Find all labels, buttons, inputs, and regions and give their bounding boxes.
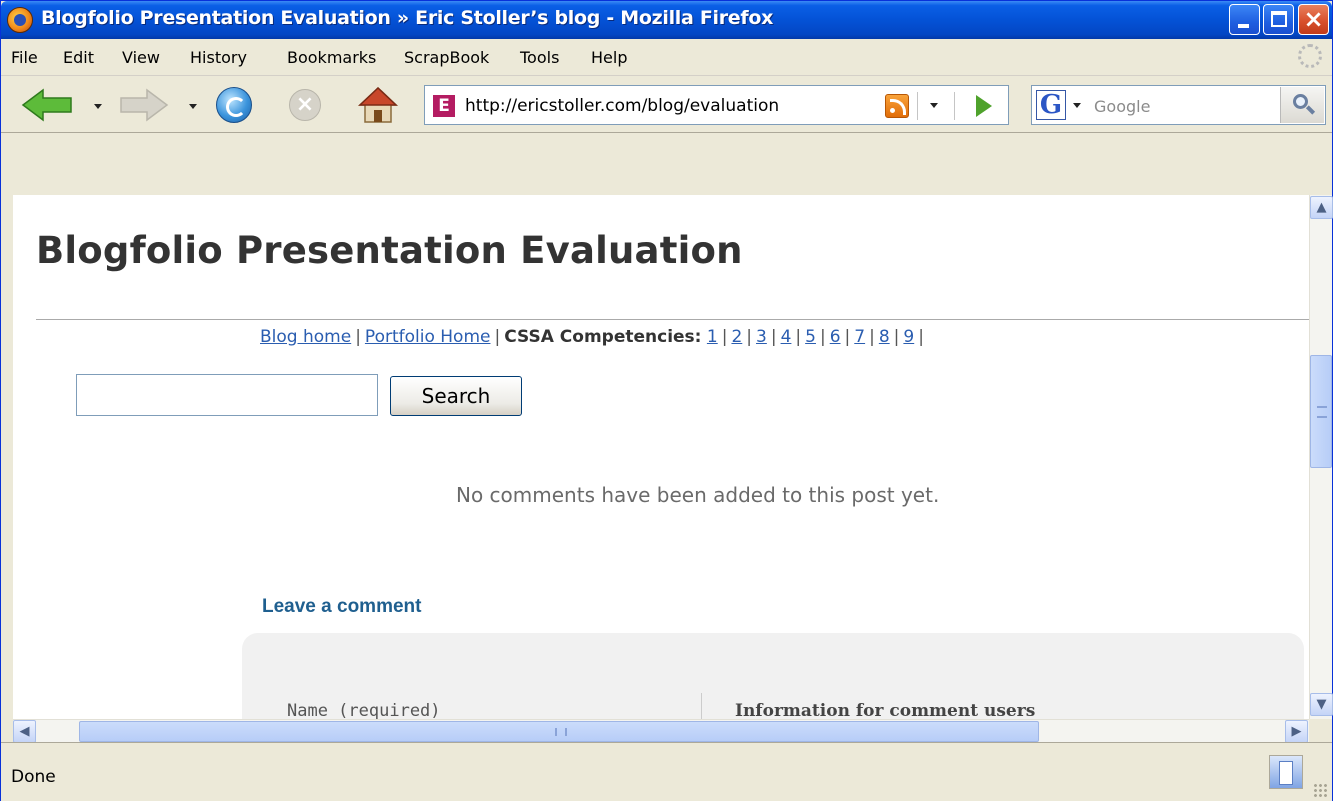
menu-file[interactable]: File	[11, 48, 38, 67]
nav-separator: |	[869, 327, 875, 347]
scroll-up-button[interactable]: ▲	[1310, 196, 1333, 219]
competency-link-9[interactable]: 9	[903, 327, 914, 347]
forward-arrow-icon[interactable]	[119, 88, 169, 122]
horizontal-scroll-thumb[interactable]	[79, 721, 1039, 742]
stop-icon[interactable]	[289, 89, 321, 121]
back-history-dropdown-icon[interactable]	[94, 104, 102, 109]
title-divider	[36, 319, 1309, 320]
nav-separator: |	[844, 327, 851, 347]
maximize-icon	[1271, 11, 1287, 27]
url-separator	[917, 92, 918, 120]
address-bar[interactable]: E http://ericstoller.com/blog/evaluation	[424, 85, 1009, 125]
url-dropdown-icon[interactable]	[930, 103, 938, 108]
scrollbar-corner	[1309, 719, 1332, 742]
minimize-button[interactable]	[1229, 4, 1260, 35]
leave-comment-heading: Leave a comment	[262, 596, 422, 617]
name-field-label: Name (required)	[287, 701, 441, 719]
close-button[interactable]: ×	[1298, 4, 1329, 35]
search-go-button[interactable]	[1280, 87, 1324, 123]
nav-separator: |	[770, 327, 777, 347]
menu-scrapbook[interactable]: ScrapBook	[404, 48, 489, 67]
title-bar[interactable]: Blogfolio Presentation Evaluation » Eric…	[1, 1, 1332, 39]
blog-nav-links: Blog home | Portfolio Home | CSSA Competenci…	[260, 327, 928, 347]
competency-link-3[interactable]: 3	[756, 327, 767, 347]
magnifier-handle	[1305, 105, 1316, 115]
window-frame-left	[1, 134, 13, 764]
nav-separator: |	[746, 327, 753, 347]
url-separator	[954, 92, 955, 120]
menu-tools[interactable]: Tools	[520, 48, 559, 67]
url-text[interactable]: http://ericstoller.com/blog/evaluation	[465, 96, 779, 116]
go-arrow-icon[interactable]	[976, 95, 992, 117]
firefox-logo-icon	[7, 7, 33, 33]
maximize-button[interactable]	[1263, 4, 1294, 35]
scroll-left-button[interactable]: ◀	[13, 720, 36, 743]
chevron-right-icon: ▶	[1291, 724, 1302, 739]
competencies-label: CSSA Competencies:	[504, 327, 702, 347]
chevron-up-icon: ▲	[1316, 200, 1327, 215]
competency-link-2[interactable]: 2	[731, 327, 742, 347]
competency-link-1[interactable]: 1	[707, 327, 718, 347]
no-comments-message: No comments have been added to this post…	[456, 483, 940, 507]
back-arrow-icon[interactable]	[21, 88, 75, 122]
portfolio-home-link[interactable]: Portfolio Home	[365, 327, 491, 347]
vertical-scroll-thumb[interactable]	[1310, 355, 1332, 468]
horizontal-scrollbar[interactable]: ◀ ▶	[13, 719, 1309, 743]
rss-feed-icon[interactable]	[885, 94, 909, 118]
page-viewport: Blogfolio Presentation Evaluation Blog h…	[13, 195, 1309, 719]
competency-link-5[interactable]: 5	[805, 327, 816, 347]
menu-view[interactable]: View	[122, 48, 160, 67]
chevron-down-icon: ▼	[1316, 697, 1327, 712]
search-button[interactable]: Search	[390, 376, 522, 416]
throbber-icon	[1298, 44, 1322, 68]
chevron-left-icon: ◀	[19, 724, 30, 739]
comment-info-heading: Information for comment users	[735, 701, 1036, 719]
scroll-right-button[interactable]: ▶	[1285, 720, 1308, 743]
navigation-toolbar: E http://ericstoller.com/blog/evaluation…	[1, 77, 1332, 133]
competency-link-4[interactable]: 4	[781, 327, 792, 347]
competency-link-6[interactable]: 6	[830, 327, 841, 347]
menu-bookmarks[interactable]: Bookmarks	[287, 48, 376, 67]
search-placeholder[interactable]: Google	[1094, 97, 1150, 116]
google-engine-icon[interactable]: G	[1036, 90, 1066, 120]
nav-separator: |	[494, 327, 501, 347]
window-title: Blogfolio Presentation Evaluation » Eric…	[41, 7, 774, 29]
browser-window: Blogfolio Presentation Evaluation » Eric…	[0, 0, 1333, 801]
minimize-icon	[1238, 24, 1249, 28]
nav-separator: |	[893, 327, 900, 347]
search-bar[interactable]: G Google	[1031, 85, 1326, 125]
menu-help[interactable]: Help	[591, 48, 627, 67]
blog-home-link[interactable]: Blog home	[260, 327, 351, 347]
nav-separator: |	[819, 327, 826, 347]
nav-separator: |	[795, 327, 802, 347]
nav-separator: |	[355, 327, 361, 347]
nav-separator: |	[721, 327, 728, 347]
page-title: Blogfolio Presentation Evaluation	[36, 229, 743, 272]
status-bar: Done	[1, 742, 1332, 801]
home-icon[interactable]	[358, 85, 398, 125]
menu-history[interactable]: History	[190, 48, 247, 67]
engine-dropdown-icon[interactable]	[1073, 103, 1081, 108]
close-icon: ×	[1303, 5, 1324, 33]
scroll-down-button[interactable]: ▼	[1310, 693, 1333, 716]
forward-history-dropdown-icon[interactable]	[189, 104, 197, 109]
reload-icon[interactable]	[216, 87, 252, 123]
site-favicon-icon: E	[433, 95, 455, 117]
menu-edit[interactable]: Edit	[63, 48, 94, 67]
status-panel-icon[interactable]	[1269, 755, 1303, 789]
resize-grip-icon[interactable]	[1313, 783, 1329, 799]
status-text: Done	[11, 767, 56, 787]
blog-search-input[interactable]	[76, 374, 378, 416]
vertical-scrollbar[interactable]: ▲ ▼	[1309, 195, 1333, 719]
panel-divider	[701, 693, 702, 719]
menu-bar: File Edit View History Bookmarks ScrapBo…	[1, 39, 1332, 76]
competency-link-7[interactable]: 7	[854, 327, 865, 347]
competency-link-8[interactable]: 8	[879, 327, 890, 347]
nav-separator: |	[918, 327, 924, 347]
